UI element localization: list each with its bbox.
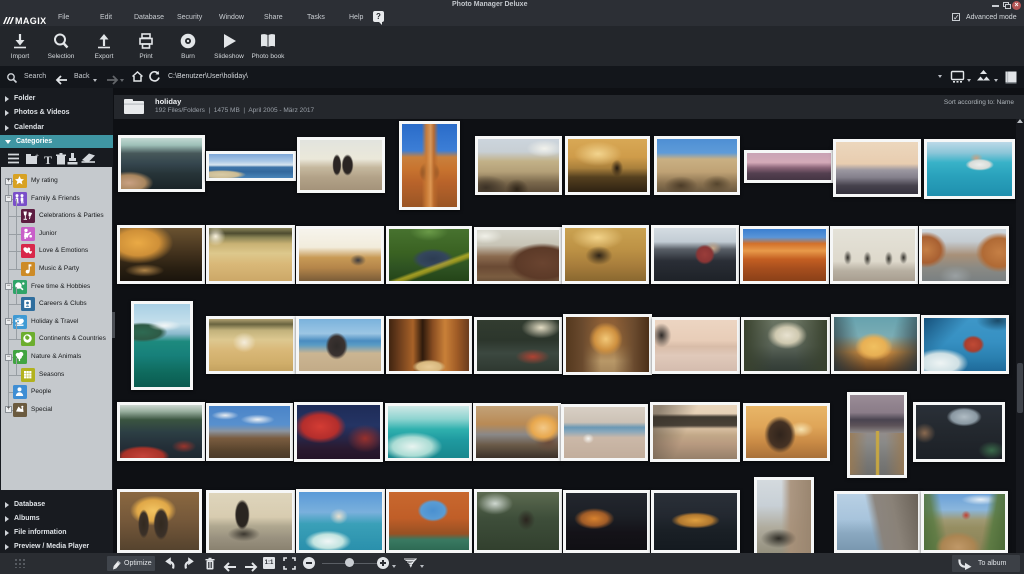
svg-text:+: + — [35, 153, 39, 160]
svg-text:T: T — [44, 153, 52, 166]
svg-text:MAGIX: MAGIX — [15, 16, 47, 26]
